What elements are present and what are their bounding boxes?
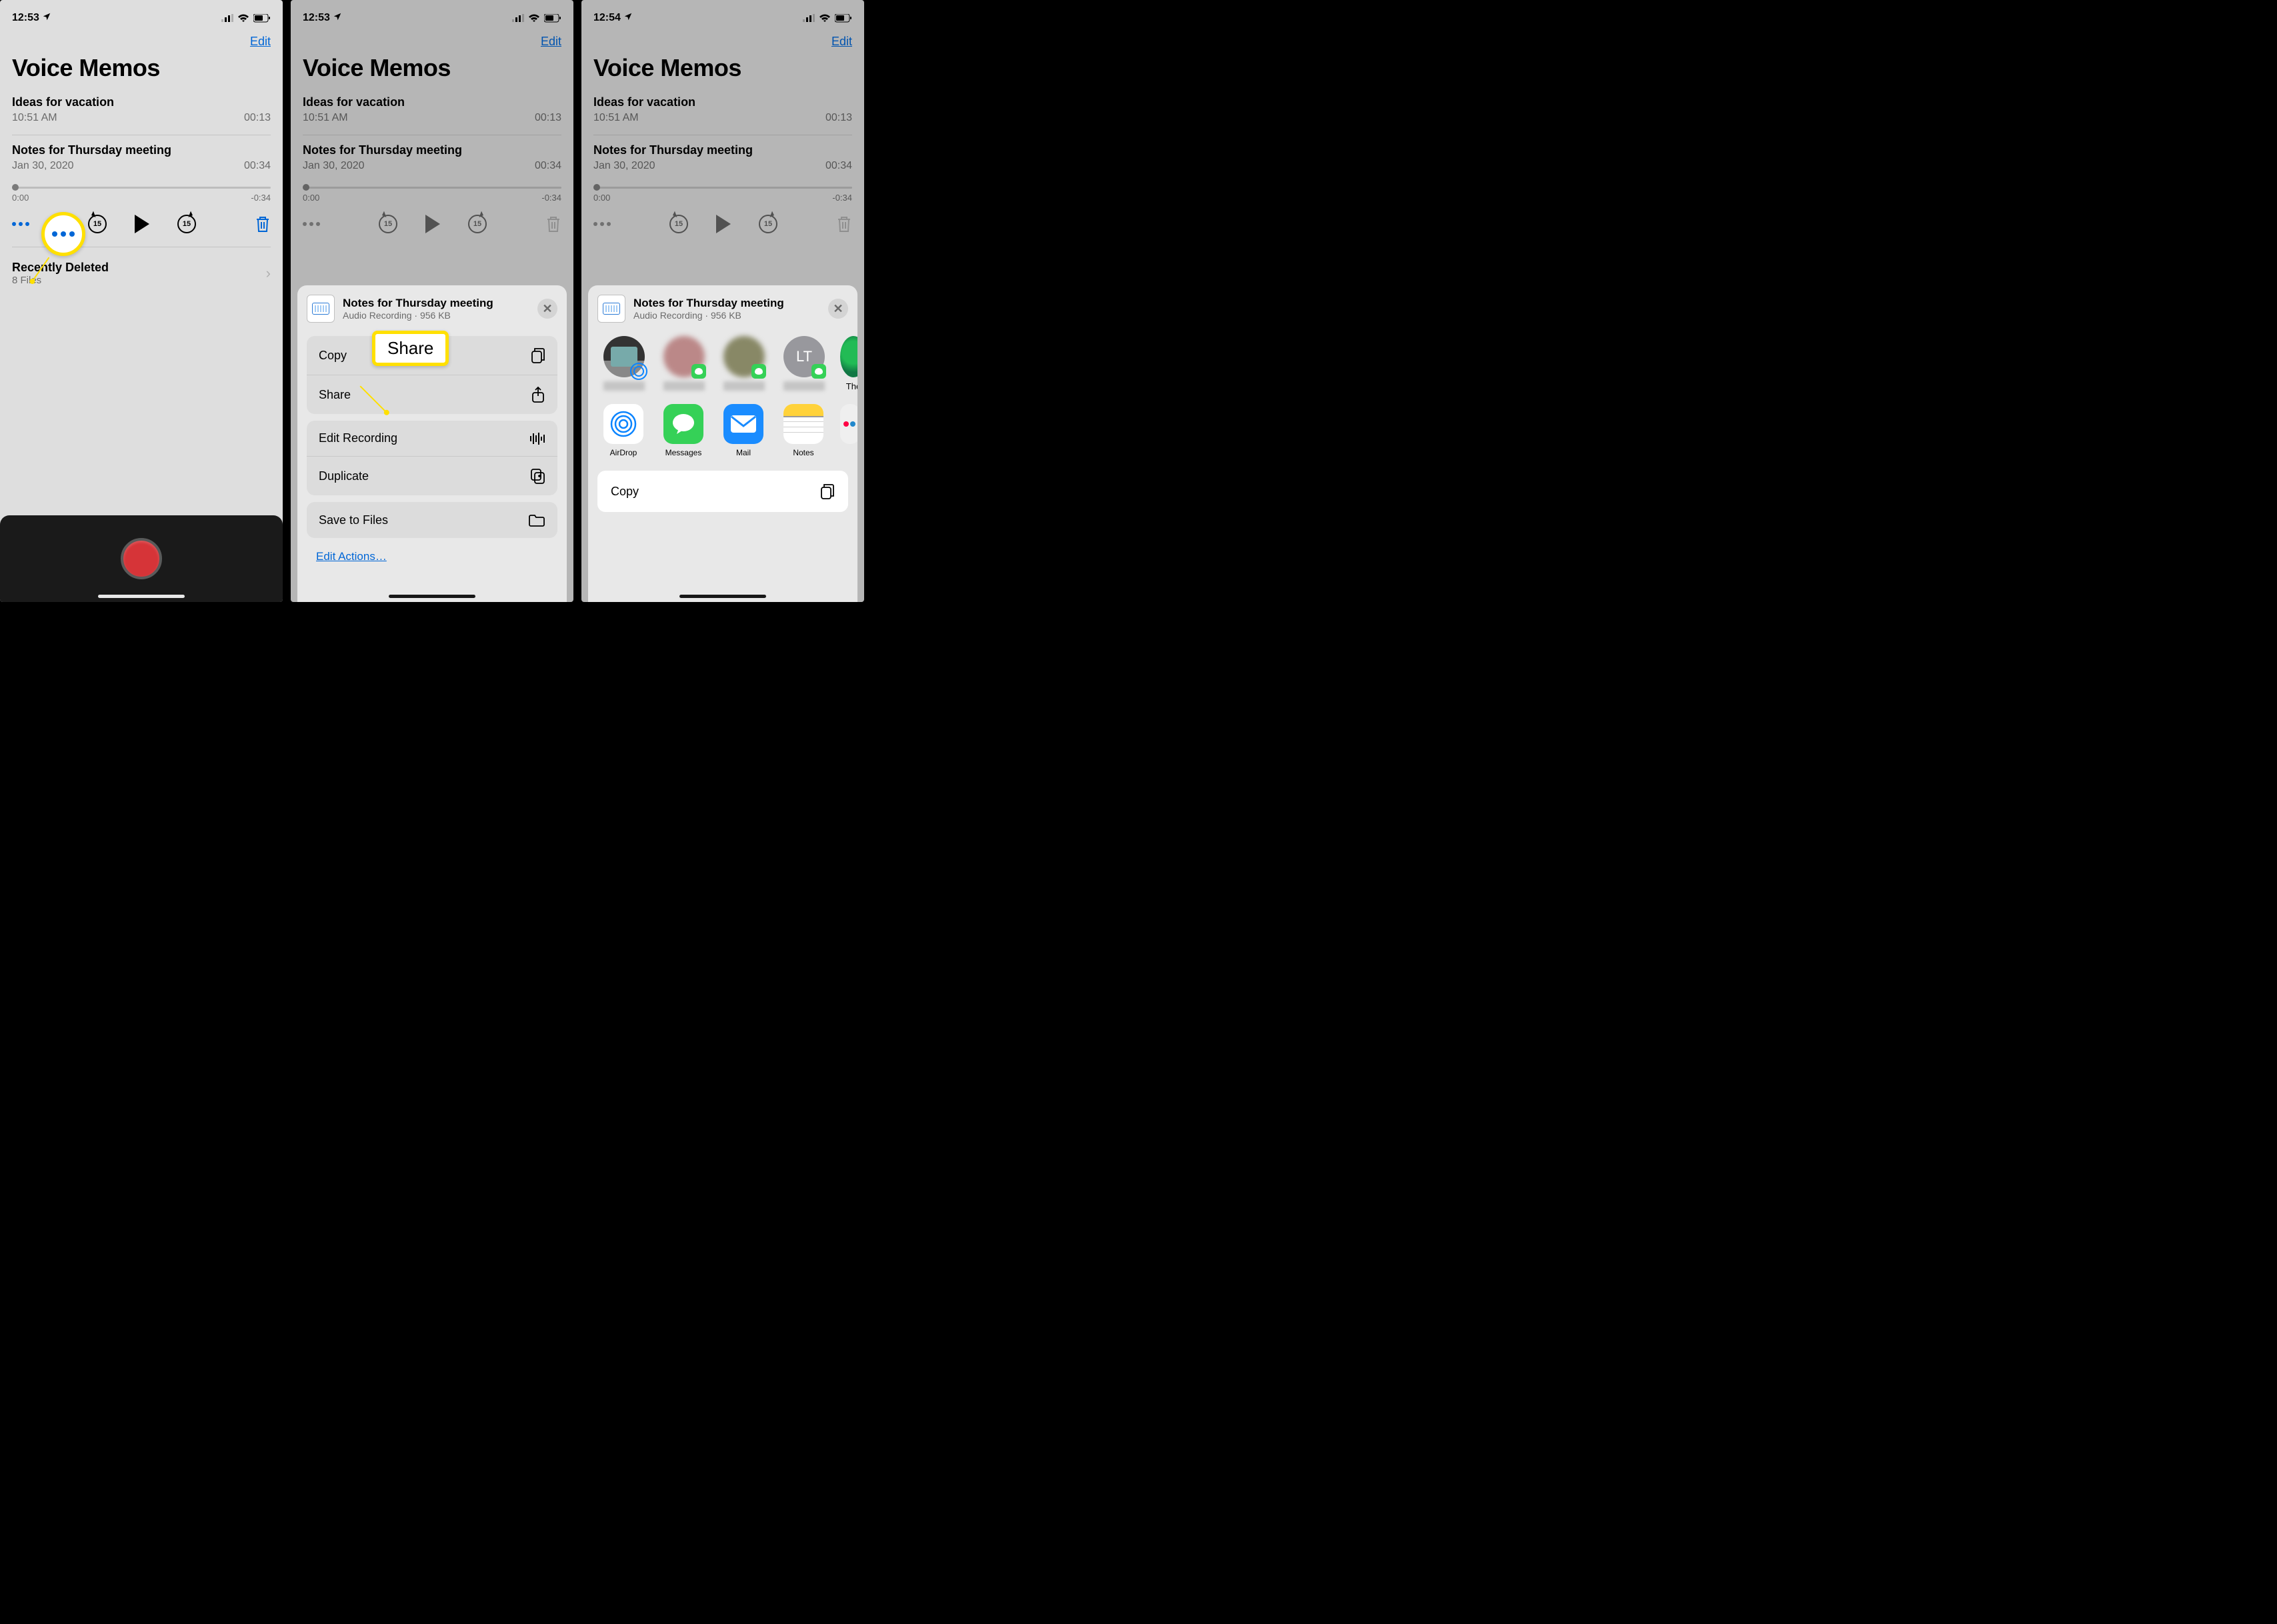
airdrop-icon — [603, 404, 643, 444]
contact-name-redacted — [663, 381, 705, 391]
record-dock — [0, 515, 283, 602]
app-more[interactable] — [840, 404, 857, 457]
memo-duration: 00:34 — [244, 160, 271, 172]
action-save-to-files[interactable]: Save to Files — [307, 502, 557, 538]
more-options-icon[interactable] — [12, 222, 29, 226]
home-indicator[interactable] — [679, 595, 766, 598]
phone-screen-2: 12:53 Edit Voice Memos Ideas for vacatio… — [291, 0, 573, 602]
wifi-icon — [237, 14, 249, 23]
share-sheet: Notes for Thursday meeting Audio Recordi… — [588, 285, 857, 602]
contact-avatar — [840, 336, 857, 377]
play-icon[interactable] — [135, 215, 149, 233]
home-indicator[interactable] — [389, 595, 475, 598]
scrub-start: 0:00 — [12, 193, 29, 203]
action-edit-recording[interactable]: Edit Recording — [307, 421, 557, 456]
status-time: 12:53 — [12, 12, 39, 24]
sheet-title: Notes for Thursday meeting — [633, 297, 820, 310]
memo-item-1[interactable]: Ideas for vacation 10:51 AM 00:13 — [0, 91, 283, 131]
messages-badge-icon — [811, 364, 826, 379]
sheet-subtitle: Audio Recording · 956 KB — [633, 310, 820, 321]
action-duplicate[interactable]: Duplicate — [307, 456, 557, 495]
skip-forward-15-icon[interactable]: 15 — [177, 215, 196, 233]
memo-title: Notes for Thursday meeting — [12, 143, 271, 157]
messages-badge-icon — [691, 364, 706, 379]
scrub-remain: -0:34 — [251, 193, 271, 203]
record-button[interactable] — [121, 538, 162, 579]
messages-badge-icon — [751, 364, 766, 379]
action-share[interactable]: Share — [307, 375, 557, 414]
callout-highlight-circle — [41, 212, 85, 256]
contact-item[interactable] — [720, 336, 768, 391]
action-copy[interactable]: Copy — [597, 471, 848, 512]
more-app-icon — [840, 404, 857, 444]
phone-screen-3: 12:54 Edit Voice Memos Ideas for vacatio… — [581, 0, 864, 602]
contact-item[interactable]: LT — [780, 336, 828, 391]
folder-icon — [528, 513, 545, 527]
share-contacts-row[interactable]: LT The — [588, 329, 857, 397]
memo-duration: 00:13 — [244, 112, 271, 124]
cellular-icon — [221, 14, 233, 22]
trash-icon[interactable] — [255, 215, 271, 233]
airdrop-badge-icon — [630, 363, 647, 380]
app-notes[interactable]: Notes — [780, 404, 827, 457]
skip-back-15-icon[interactable]: 15 — [88, 215, 107, 233]
contact-item[interactable]: The — [840, 336, 857, 391]
duplicate-icon — [529, 467, 545, 485]
battery-icon — [253, 14, 271, 23]
app-messages[interactable]: Messages — [660, 404, 707, 457]
memo-item-2[interactable]: Notes for Thursday meeting Jan 30, 2020 … — [0, 139, 283, 179]
copy-icon — [529, 347, 545, 364]
waveform-icon — [529, 432, 545, 445]
edit-button[interactable]: Edit — [250, 35, 271, 48]
close-icon[interactable]: ✕ — [537, 299, 557, 319]
chevron-right-icon: › — [266, 265, 271, 282]
memo-date: Jan 30, 2020 — [12, 160, 74, 172]
contact-name: The — [846, 381, 857, 391]
app-airdrop[interactable]: AirDrop — [600, 404, 647, 457]
contact-name-redacted — [603, 381, 645, 391]
location-icon — [42, 12, 51, 25]
memo-date: 10:51 AM — [12, 112, 57, 124]
page-title: Voice Memos — [0, 49, 283, 91]
playback-scrubber[interactable] — [12, 187, 271, 189]
status-bar: 12:53 — [0, 0, 283, 29]
deleted-count: 8 Files — [12, 275, 109, 286]
contact-item[interactable] — [660, 336, 708, 391]
callout-highlight-box: Share — [372, 331, 449, 366]
contact-name-redacted — [723, 381, 765, 391]
copy-icon — [819, 483, 835, 500]
notes-icon — [783, 404, 823, 444]
mail-icon — [723, 404, 763, 444]
contact-item[interactable] — [600, 336, 648, 391]
sheet-title: Notes for Thursday meeting — [343, 297, 529, 310]
close-icon[interactable]: ✕ — [828, 299, 848, 319]
app-mail[interactable]: Mail — [720, 404, 767, 457]
nav-bar: Edit — [0, 29, 283, 49]
messages-icon — [663, 404, 703, 444]
home-indicator[interactable] — [98, 595, 185, 598]
recently-deleted-row[interactable]: Recently Deleted 8 Files › — [0, 251, 283, 295]
memo-title: Ideas for vacation — [12, 95, 271, 109]
recording-thumbnail-icon — [597, 295, 625, 323]
share-apps-row[interactable]: AirDrop Messages Mail Notes — [588, 397, 857, 461]
contact-name-redacted — [783, 381, 825, 391]
edit-actions-link[interactable]: Edit Actions… — [297, 545, 567, 570]
phone-screen-1: 12:53 Edit Voice Memos Ideas for vacatio… — [0, 0, 283, 602]
recording-thumbnail-icon — [307, 295, 335, 323]
deleted-title: Recently Deleted — [12, 261, 109, 275]
share-icon — [531, 386, 545, 403]
sheet-subtitle: Audio Recording · 956 KB — [343, 310, 529, 321]
